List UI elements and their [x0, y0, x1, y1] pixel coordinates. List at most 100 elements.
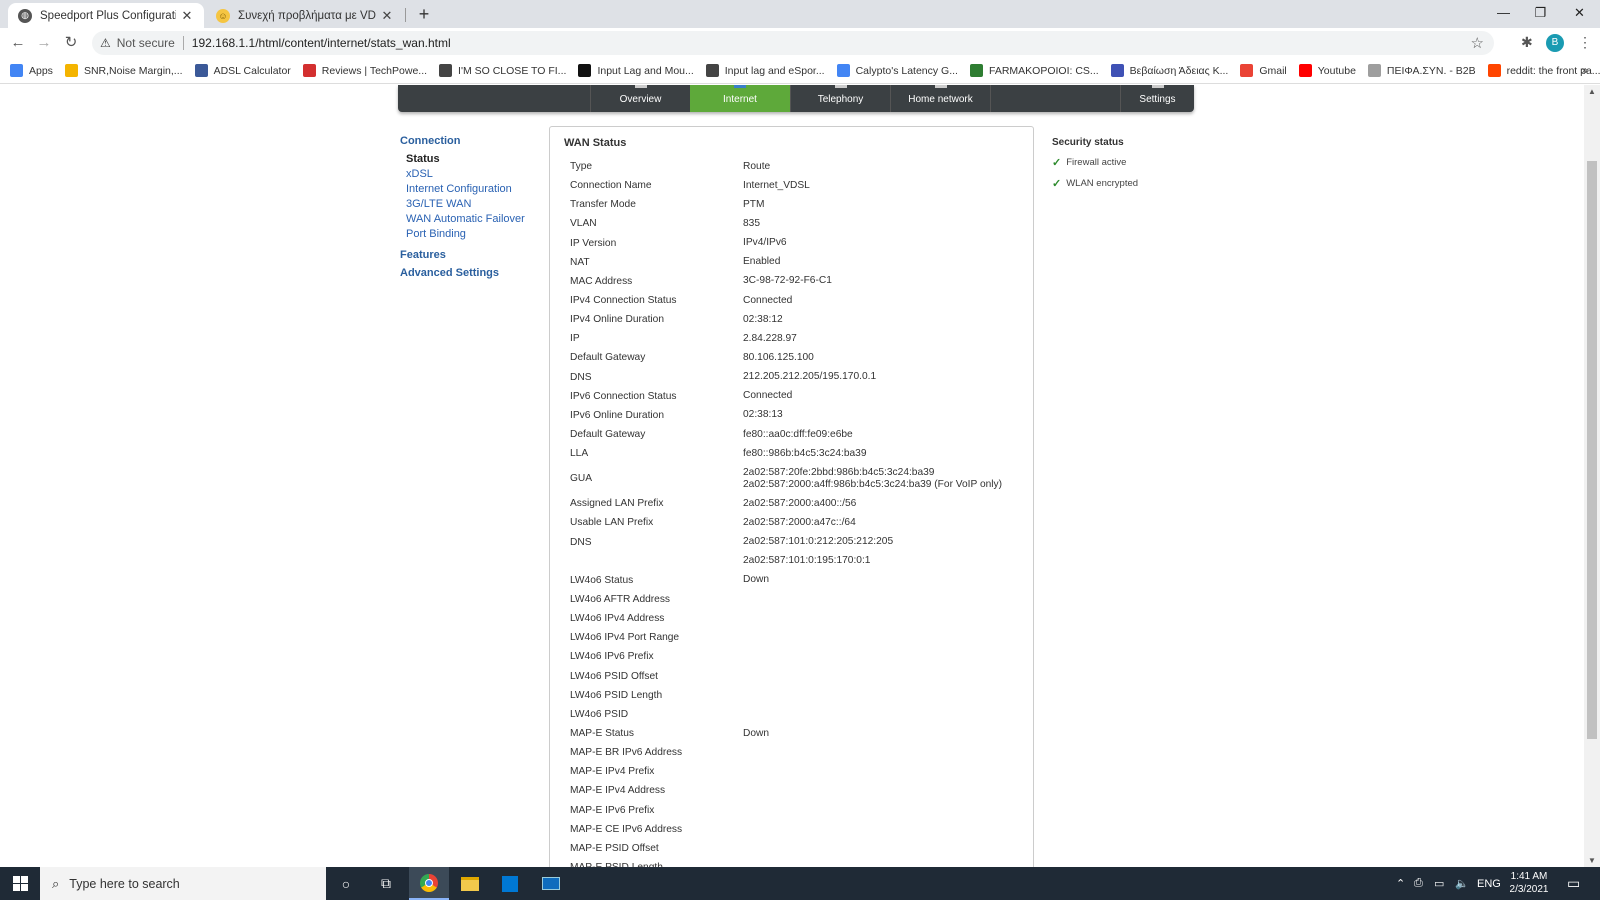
nav-overview[interactable]: Overview: [590, 85, 690, 112]
bookmark-label: Calypto's Latency G...: [855, 64, 958, 77]
system-clock[interactable]: 1:41 AM 2/3/2021: [1504, 870, 1554, 896]
table-row: LW4o6 IPv6 Prefix: [570, 647, 1030, 666]
row-label: LLA: [570, 448, 589, 460]
meet-now-icon[interactable]: ⎙: [1414, 867, 1423, 900]
apps-shortcut[interactable]: Apps: [10, 64, 53, 77]
nav-settings[interactable]: Settings: [1120, 85, 1194, 112]
nav-telephony[interactable]: Telephony: [790, 85, 890, 112]
tab-forum[interactable]: ☺ Συνεχή προβλήματα με VDSL Co ✕: [206, 3, 404, 28]
mail-icon[interactable]: [531, 867, 571, 900]
bookmark-star-icon[interactable]: ☆: [1471, 34, 1484, 52]
close-tab-icon[interactable]: ✕: [180, 8, 194, 24]
row-value: Enabled: [743, 256, 781, 268]
bookmark-item[interactable]: FARMAKOPOIOI: CS...: [969, 64, 1099, 77]
nav-status[interactable]: Status: [400, 152, 550, 167]
forward-icon[interactable]: →: [34, 33, 54, 53]
page-scrollbar[interactable]: ▲ ▼: [1584, 85, 1600, 867]
url-text[interactable]: 192.168.1.1/html/content/internet/stats_…: [192, 36, 451, 50]
row-value-cell: 2.84.228.97: [743, 333, 1030, 345]
bookmark-item[interactable]: Reviews | TechPowe...: [302, 64, 427, 77]
nav-port-binding[interactable]: Port Binding: [400, 227, 550, 242]
table-row: IPv6 Connection Status Connected: [570, 387, 1030, 406]
chrome-icon[interactable]: [409, 867, 449, 900]
close-window-icon[interactable]: ✕: [1561, 0, 1598, 28]
bookmark-item[interactable]: Gmail: [1240, 64, 1287, 77]
scroll-up-icon[interactable]: ▲: [1584, 87, 1600, 96]
bookmark-item[interactable]: Input lag and eSpor...: [705, 64, 825, 77]
nav-spacer: [990, 85, 1120, 112]
bookmark-favicon-icon: [705, 64, 719, 77]
bookmark-label: FARMAKOPOIOI: CS...: [988, 64, 1099, 77]
nav-features[interactable]: Features: [400, 249, 550, 261]
bookmark-label: Youtube: [1317, 64, 1356, 77]
scrollbar-thumb[interactable]: [1587, 161, 1597, 739]
nav-xdsl[interactable]: xDSL: [400, 167, 550, 182]
row-value-cell: Internet_VDSL: [743, 180, 1030, 192]
close-tab-icon[interactable]: ✕: [380, 8, 394, 24]
bookmark-label: SNR,Noise Margin,...: [83, 64, 183, 77]
nav-connection[interactable]: Connection: [400, 135, 550, 147]
bookmark-label: Βεβαίωση Άδειας Κ...: [1129, 64, 1229, 77]
bookmark-item[interactable]: SNR,Noise Margin,...: [64, 64, 183, 77]
nav-advanced-settings[interactable]: Advanced Settings: [400, 267, 550, 279]
table-row: LW4o6 PSID Length: [570, 686, 1030, 705]
menu-icon[interactable]: ⋮: [1578, 34, 1592, 51]
language-indicator[interactable]: ENG: [1477, 867, 1501, 900]
nav-home-network[interactable]: Home network: [890, 85, 990, 112]
table-row: VLAN 835: [570, 214, 1030, 233]
row-label: MAP-E Status: [570, 728, 634, 739]
restore-icon[interactable]: ❐: [1522, 0, 1559, 28]
new-tab-button[interactable]: +: [414, 4, 434, 24]
bookmark-item[interactable]: I'M SO CLOSE TO FI...: [439, 64, 566, 77]
show-hidden-icons[interactable]: ⌃: [1396, 867, 1405, 900]
store-icon[interactable]: [490, 867, 530, 900]
nav-3g-lte-wan[interactable]: 3G/LTE WAN: [400, 197, 550, 212]
notifications-icon[interactable]: ▭: [1567, 867, 1580, 900]
back-icon[interactable]: ←: [8, 33, 28, 53]
file-explorer-icon[interactable]: [450, 867, 490, 900]
nav-wan-automatic-failover[interactable]: WAN Automatic Failover: [400, 212, 550, 227]
bookmark-item[interactable]: Input Lag and Mou...: [578, 64, 694, 77]
row-label: Transfer Mode: [570, 199, 636, 211]
browser-toolbar: ← → ↻ ⚠ Not secure 192.168.1.1/html/cont…: [0, 28, 1600, 58]
row-label: IP Version: [570, 237, 617, 249]
cortana-icon[interactable]: ○: [326, 867, 366, 900]
row-label: LW4o6 PSID Length: [570, 689, 663, 701]
row-value: Connected: [743, 390, 793, 402]
checkmark-icon: ✓: [1052, 178, 1062, 190]
forum-icon: ☺: [216, 8, 230, 23]
nav-internet-configuration[interactable]: Internet Configuration: [400, 182, 550, 197]
bookmark-item[interactable]: Calypto's Latency G...: [836, 64, 958, 77]
task-view-icon[interactable]: ⧉: [366, 867, 406, 900]
row-value-cell: 3C-98-72-92-F6-C1: [743, 275, 1030, 287]
bookmark-label: ADSL Calculator: [213, 64, 291, 77]
bookmark-item[interactable]: ΠΕΙΦΑ.ΣΥΝ. - B2B: [1367, 64, 1476, 77]
table-row: MAP-E IPv4 Address: [570, 781, 1030, 800]
minimize-icon[interactable]: —: [1485, 0, 1522, 28]
row-label: LW4o6 IPv4 Address: [570, 613, 665, 625]
reload-icon[interactable]: ↻: [61, 33, 81, 53]
bookmark-label: Apps: [29, 64, 53, 77]
table-row: LW4o6 Status Down: [570, 571, 1030, 590]
scroll-down-icon[interactable]: ▼: [1584, 856, 1600, 865]
table-row: LLA fe80::986b:b4c5:3c24:ba39: [570, 444, 1030, 463]
tab-speedport[interactable]: ◍ Speedport Plus Configuration Pr ✕: [8, 3, 204, 28]
profile-avatar[interactable]: B: [1546, 34, 1564, 52]
extensions-icon[interactable]: ✱: [1521, 34, 1533, 51]
bookmark-item[interactable]: Youtube: [1298, 64, 1356, 77]
row-label: DNS: [570, 371, 592, 383]
row-label: IPv6 Online Duration: [570, 409, 665, 421]
more-bookmarks-icon[interactable]: »: [1581, 63, 1588, 77]
nav-internet[interactable]: Internet: [690, 85, 790, 112]
bookmark-item[interactable]: ADSL Calculator: [194, 64, 291, 77]
globe-icon: ◍: [18, 8, 32, 23]
address-bar[interactable]: ⚠ Not secure 192.168.1.1/html/content/in…: [92, 31, 1494, 55]
bookmark-item[interactable]: Βεβαίωση Άδειας Κ...: [1110, 64, 1229, 77]
windows-logo-icon: [12, 876, 28, 891]
volume-icon[interactable]: 🔈: [1455, 867, 1469, 900]
tab-strip: ◍ Speedport Plus Configuration Pr ✕ ☺ Συ…: [0, 0, 1600, 28]
taskbar-search[interactable]: ⌕ Type here to search: [40, 867, 326, 900]
security-label: Not secure: [116, 36, 175, 50]
start-button[interactable]: [0, 867, 40, 900]
network-icon[interactable]: ▭: [1434, 867, 1444, 900]
